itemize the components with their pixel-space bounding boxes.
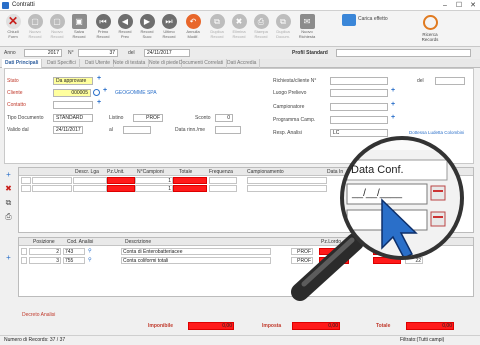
zoom-label-text: Data Conf. — [351, 164, 404, 176]
imposta-value: 0,00 — [292, 322, 340, 330]
zoom-calendar-icon-2[interactable] — [430, 211, 446, 227]
imposta-label: Imposta — [262, 323, 282, 329]
magnifier-overlay — [291, 136, 464, 301]
totals-bar: Imponibile 0,00 Imposta 0,00 Totale 0,00 — [0, 320, 480, 334]
imponibile-value: 0,00 — [188, 322, 234, 330]
zoom-calendar-icon[interactable] — [430, 185, 446, 201]
totale-value: 0,00 — [406, 322, 454, 330]
magnifier-handle — [291, 233, 364, 301]
imponibile-label: Imponibile — [148, 323, 173, 329]
filter-status: Filtrato:(Tutti campi) — [400, 337, 445, 343]
zoom-date-text: __/__/____ — [352, 188, 403, 199]
totale-label: Totale — [376, 323, 391, 329]
status-bar: Numero di Records: 37 / 37 Filtrato:(Tut… — [0, 335, 480, 345]
record-count: Numero di Records: 37 / 37 — [4, 337, 66, 343]
decreto-label: Decreto Analisi — [22, 312, 56, 318]
